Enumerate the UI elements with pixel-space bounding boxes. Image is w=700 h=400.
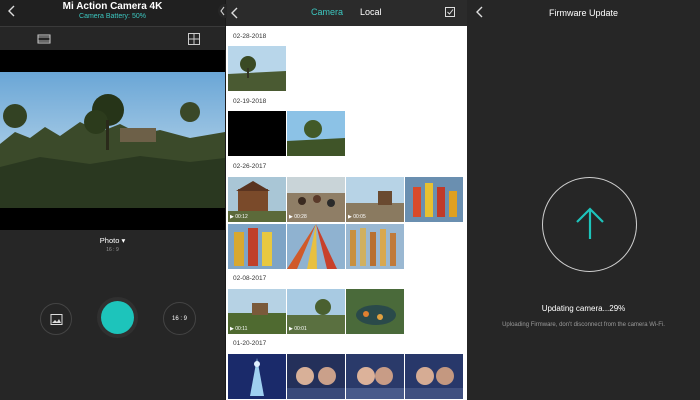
tab-camera[interactable]: Camera [311,7,343,17]
video-duration: ▶ 00:01 [289,326,307,332]
film-strip-icon[interactable] [36,31,52,47]
live-view-image [0,72,225,208]
date-heading: 02-08-2017 [233,275,267,282]
firmware-title: Firmware Update [548,8,619,18]
checkbox-icon[interactable] [444,6,456,18]
media-thumbnail[interactable] [228,224,286,269]
video-thumbnail[interactable]: ▶ 00:05 [346,177,404,222]
camera-toolbar [0,26,225,50]
media-thumbnail[interactable] [346,289,404,334]
mode-selector[interactable]: Photo ▾ [0,236,225,245]
media-thumbnail[interactable] [346,354,404,399]
image-icon [50,314,63,325]
video-duration: ▶ 00:12 [230,214,248,220]
firmware-progress-ring [542,177,637,272]
media-thumbnail[interactable] [405,354,463,399]
panel-edge-tab [218,4,227,18]
video-thumbnail[interactable]: ▶ 00:01 [287,289,345,334]
gallery-screen: Camera Local 02-28-2018 02-19-2018 02-26… [226,0,467,400]
video-duration: ▶ 00:28 [289,214,307,220]
camera-title: Mi Action Camera 4K [62,1,163,12]
camera-preview[interactable] [0,50,225,230]
media-thumbnail[interactable] [228,111,286,156]
media-thumbnail[interactable] [228,354,286,399]
back-icon[interactable] [228,6,242,20]
tab-local[interactable]: Local [360,7,382,17]
firmware-note: Uploading Firmware, don't disconnect fro… [502,322,665,328]
date-heading: 01-20-2017 [233,340,267,347]
arrow-up-icon [576,207,604,239]
date-heading: 02-19-2018 [233,98,267,105]
media-thumbnail[interactable] [405,177,463,222]
media-thumbnail[interactable] [287,224,345,269]
shutter-button[interactable] [101,301,134,334]
aspect-ratio-button[interactable]: 16 : 9 [163,302,196,335]
grid-icon[interactable] [186,31,202,47]
firmware-status: Updating camera...29% [541,304,626,313]
video-thumbnail[interactable]: ▶ 00:12 [228,177,286,222]
camera-screen: Mi Action Camera 4K Camera Battery: 50% [0,0,225,400]
screenshot-collage: Mi Action Camera 4K Camera Battery: 50% [0,0,700,400]
media-thumbnail[interactable] [228,46,286,91]
chevron-left-icon [220,6,225,16]
video-duration: ▶ 00:11 [230,326,248,332]
date-heading: 02-28-2018 [233,33,267,40]
gallery-header: Camera Local [226,0,467,26]
mode-ratio: 16 : 9 [106,247,119,253]
video-thumbnail[interactable]: ▶ 00:11 [228,289,286,334]
media-thumbnail[interactable] [287,354,345,399]
media-thumbnail[interactable] [287,111,345,156]
battery-status: Camera Battery: 50% [79,13,146,20]
date-heading: 02-26-2017 [233,163,267,170]
camera-header: Mi Action Camera 4K Camera Battery: 50% [0,0,225,26]
firmware-screen: Firmware Update Updating camera...29% Up… [467,0,700,400]
video-thumbnail[interactable]: ▶ 00:28 [287,177,345,222]
video-duration: ▶ 00:05 [348,214,366,220]
gallery-button[interactable] [40,303,72,335]
media-thumbnail[interactable] [346,224,404,269]
